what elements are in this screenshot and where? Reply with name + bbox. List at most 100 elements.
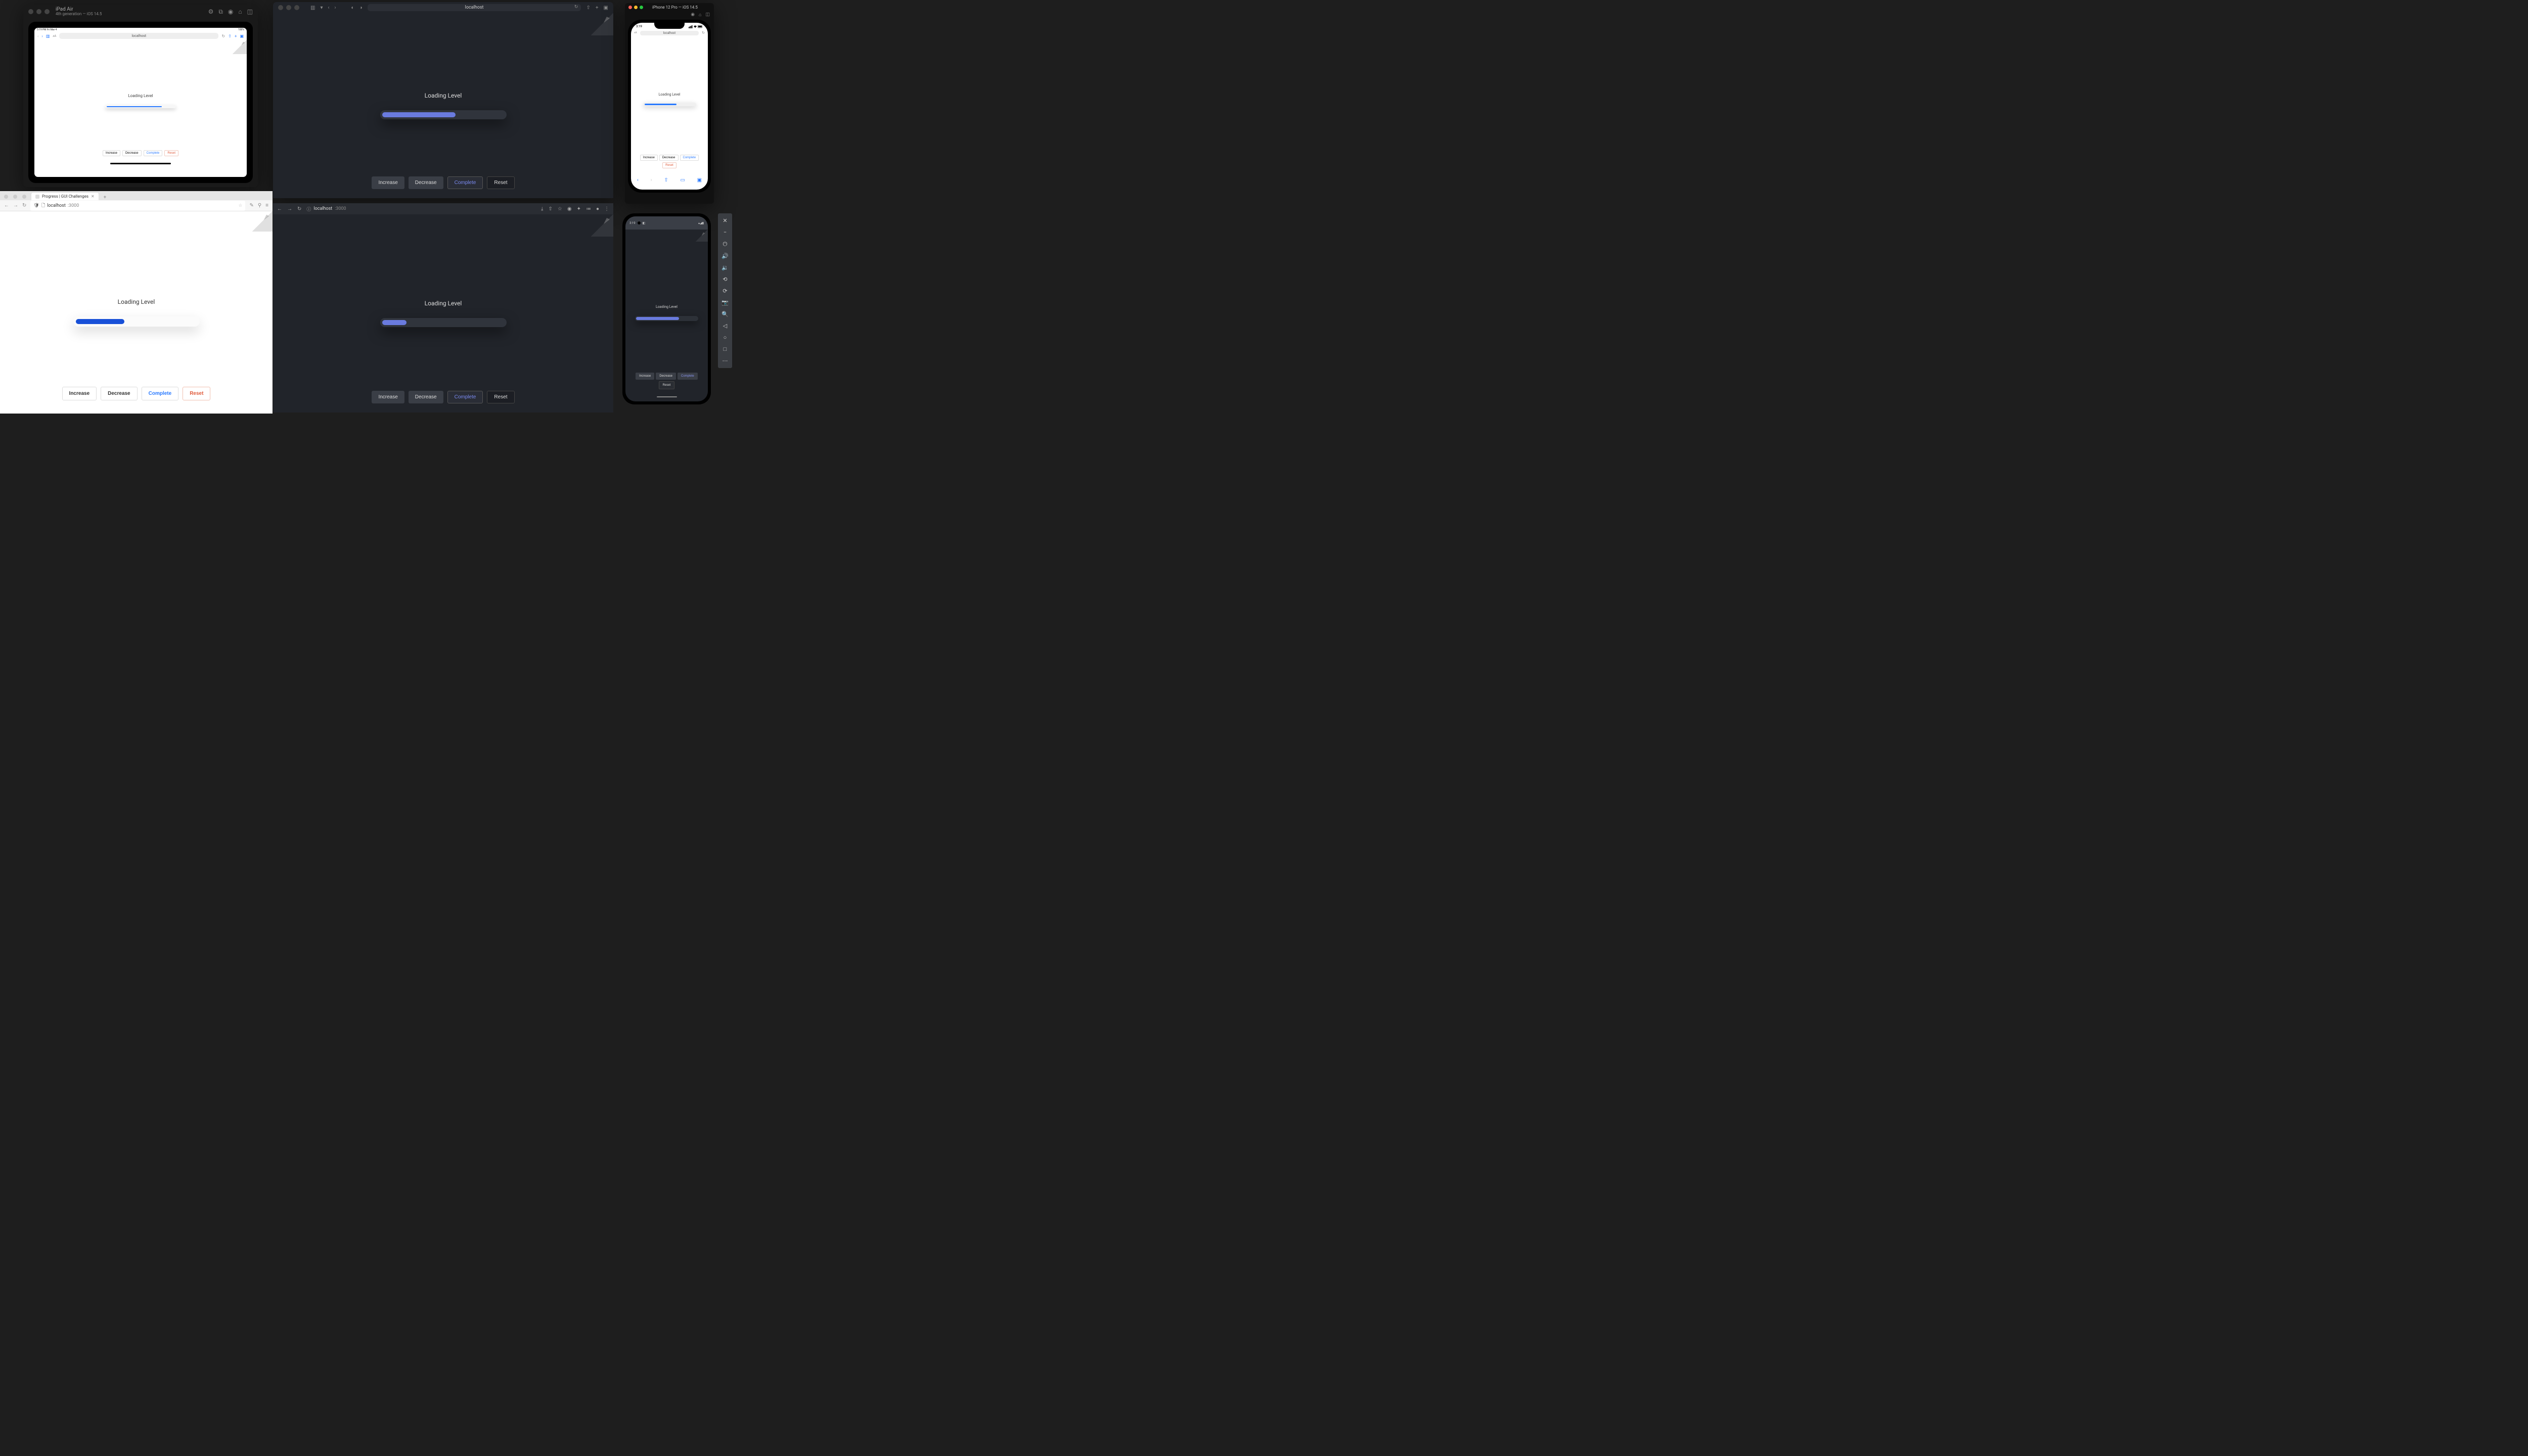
reset-button[interactable]: Reset: [487, 391, 514, 403]
complete-button[interactable]: Complete: [678, 373, 698, 380]
complete-button[interactable]: Complete: [447, 391, 483, 403]
new-tab-icon[interactable]: +: [101, 195, 110, 200]
increase-button[interactable]: Increase: [103, 150, 120, 156]
emulator-overview-icon[interactable]: □: [724, 346, 727, 352]
simulator-camera-icon[interactable]: ◉: [228, 8, 233, 16]
new-tab-icon[interactable]: +: [596, 5, 599, 11]
forward-icon[interactable]: →: [287, 206, 292, 212]
emulator-back-icon[interactable]: ◁: [723, 323, 727, 329]
extension-icon-2[interactable]: ⚲: [258, 203, 261, 208]
reset-button[interactable]: Reset: [662, 162, 676, 168]
share-icon[interactable]: ⇧: [228, 34, 232, 38]
refresh-icon[interactable]: ↻: [22, 203, 26, 208]
bookmark-star-icon[interactable]: ☆: [238, 203, 242, 208]
tab-close-icon[interactable]: ✕: [91, 194, 95, 199]
close-icon[interactable]: [628, 6, 632, 9]
complete-button[interactable]: Complete: [144, 150, 163, 156]
zoom-icon[interactable]: 🔍: [721, 311, 729, 317]
decrease-button[interactable]: Decrease: [656, 373, 676, 380]
increase-button[interactable]: Increase: [640, 155, 658, 161]
volume-up-icon[interactable]: 🔊: [721, 253, 729, 259]
simulator-home-icon[interactable]: ⌂: [238, 8, 242, 16]
close-icon[interactable]: [28, 9, 33, 14]
extensions-puzzle-icon[interactable]: ✦: [577, 206, 581, 212]
minimize-icon[interactable]: [36, 9, 41, 14]
bookmarks-icon[interactable]: ▭: [680, 177, 685, 183]
extension-icon[interactable]: ◉: [567, 206, 572, 212]
simulator-rotate-icon[interactable]: ◫: [247, 8, 253, 16]
complete-button[interactable]: Complete: [447, 176, 483, 189]
increase-button[interactable]: Increase: [62, 387, 97, 400]
menu-icon[interactable]: ≡: [265, 203, 268, 208]
back-icon[interactable]: ‹: [328, 5, 329, 11]
install-icon[interactable]: ⤓: [541, 206, 543, 212]
camera-icon[interactable]: 📷: [721, 299, 729, 306]
simulator-screenshot-icon[interactable]: ◉: [691, 12, 695, 17]
firefox-url-bar[interactable]: 🛡 🗋 localhost:3000 ☆: [30, 201, 245, 211]
visbug-corner-flap[interactable]: [591, 13, 613, 35]
reset-button[interactable]: Reset: [659, 381, 675, 389]
simulator-rotate-icon[interactable]: ◫: [705, 12, 710, 17]
shield-icon[interactable]: ◐: [351, 5, 354, 11]
visbug-corner-flap[interactable]: [591, 214, 613, 237]
fullscreen-icon[interactable]: [22, 195, 26, 199]
ipad-url-bar[interactable]: localhost: [59, 33, 218, 39]
decrease-button[interactable]: Decrease: [101, 387, 137, 400]
reader-mode-icon[interactable]: ᴀA: [53, 34, 56, 38]
emulator-close-icon[interactable]: ✕: [723, 217, 727, 224]
decrease-button[interactable]: Decrease: [409, 176, 443, 189]
back-icon[interactable]: ‹: [37, 34, 38, 38]
firefox-tab[interactable]: Progress | GUI Challenges ✕: [31, 193, 99, 200]
dropdown-icon[interactable]: ▾: [320, 5, 323, 11]
forward-icon[interactable]: ›: [41, 34, 42, 38]
emulator-home-icon[interactable]: ○: [724, 334, 727, 341]
refresh-icon[interactable]: ↻: [574, 5, 578, 10]
refresh-icon[interactable]: ↻: [221, 34, 225, 38]
decrease-button[interactable]: Decrease: [122, 150, 142, 156]
new-tab-icon[interactable]: +: [235, 34, 237, 38]
close-icon[interactable]: [4, 195, 8, 199]
reset-button[interactable]: Reset: [487, 176, 514, 189]
simulator-screenshot-icon[interactable]: ⧉: [218, 8, 223, 16]
back-icon[interactable]: ‹: [637, 177, 639, 183]
minimize-icon[interactable]: [286, 5, 291, 10]
reader-mode-icon[interactable]: ᴀA: [634, 31, 637, 34]
simulator-pin-icon[interactable]: ⚙: [208, 8, 214, 16]
tabs-icon[interactable]: ▣: [240, 34, 244, 38]
fullscreen-icon[interactable]: [44, 9, 50, 14]
simulator-home-icon[interactable]: ⌂: [699, 12, 701, 18]
back-icon[interactable]: ←: [277, 206, 282, 212]
volume-down-icon[interactable]: 🔉: [721, 264, 729, 271]
increase-button[interactable]: Increase: [372, 391, 404, 403]
visbug-corner-flap[interactable]: [252, 211, 273, 232]
extension-icon[interactable]: ✎: [249, 203, 253, 208]
appearance-icon[interactable]: ◑: [359, 5, 363, 11]
menu-icon[interactable]: ⋮: [604, 206, 609, 212]
visbug-corner-flap[interactable]: [233, 40, 247, 54]
forward-icon[interactable]: ›: [651, 177, 652, 183]
minimize-icon[interactable]: [13, 195, 17, 199]
bookmark-star-icon[interactable]: ☆: [558, 206, 562, 212]
ipad-home-indicator[interactable]: [110, 163, 171, 164]
visbug-corner-flap[interactable]: [696, 230, 708, 242]
safari-url-bar[interactable]: localhost ↻: [368, 4, 581, 11]
rotate-left-icon[interactable]: ⟲: [723, 276, 727, 283]
close-icon[interactable]: [278, 5, 283, 10]
share-icon[interactable]: ⇧: [586, 5, 590, 11]
complete-button[interactable]: Complete: [142, 387, 179, 400]
rotate-right-icon[interactable]: ⟳: [723, 288, 727, 294]
android-nav-bar[interactable]: [625, 396, 708, 400]
increase-button[interactable]: Increase: [636, 373, 654, 380]
increase-button[interactable]: Increase: [372, 176, 404, 189]
sidebar-icon[interactable]: ▥: [46, 34, 50, 38]
minimize-icon[interactable]: [634, 6, 638, 9]
refresh-icon[interactable]: ↻: [702, 31, 705, 35]
tabs-icon[interactable]: ▣: [697, 177, 702, 183]
iphone-url-bar[interactable]: localhost: [640, 31, 699, 35]
complete-button[interactable]: Complete: [680, 155, 699, 161]
reading-list-icon[interactable]: ≔: [586, 206, 591, 212]
emulator-more-icon[interactable]: ⋯: [723, 357, 728, 364]
fullscreen-icon[interactable]: [640, 6, 643, 9]
decrease-button[interactable]: Decrease: [409, 391, 443, 403]
profile-icon[interactable]: ●: [596, 206, 599, 212]
